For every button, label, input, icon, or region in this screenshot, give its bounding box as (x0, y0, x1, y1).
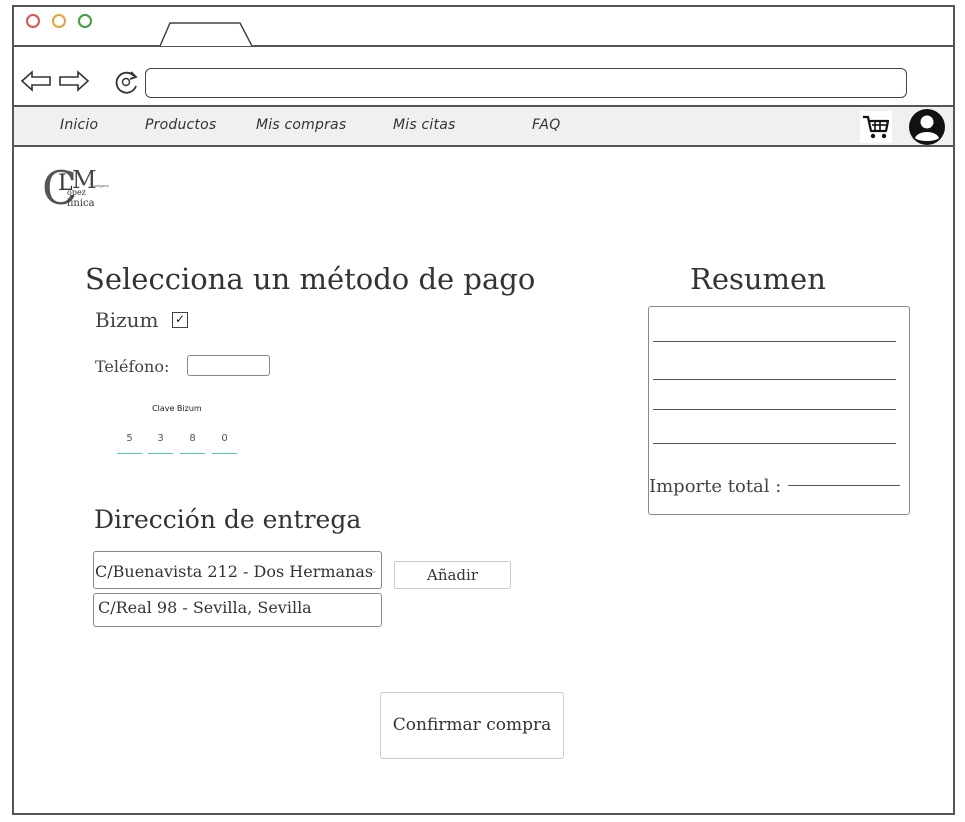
cart-button[interactable] (860, 111, 892, 143)
address-option[interactable]: C/Real 98 - Sevilla, Sevilla (93, 593, 382, 627)
minimize-window-button[interactable] (52, 14, 66, 28)
chevron-down-icon: ⌄ (370, 566, 378, 576)
nav-item-inicio[interactable]: Inicio (60, 117, 98, 133)
close-window-button[interactable] (26, 14, 40, 28)
phone-input[interactable] (187, 355, 270, 376)
summary-line (653, 409, 896, 410)
maximize-window-button[interactable] (78, 14, 92, 28)
pin-digit-input[interactable]: 8 (180, 433, 205, 454)
add-address-button[interactable]: Añadir (394, 561, 511, 589)
total-amount-label: Importe total : (649, 476, 782, 497)
total-amount-value (788, 485, 900, 486)
selected-address: C/Buenavista 212 - Dos Hermanas (95, 562, 374, 581)
pin-digit-input[interactable]: 5 (117, 433, 142, 454)
forward-arrow-icon[interactable] (58, 70, 90, 92)
pin-digit-input[interactable]: 3 (148, 433, 173, 454)
shopping-cart-icon (863, 115, 890, 139)
back-arrow-icon[interactable] (20, 70, 52, 92)
bizum-pin-label: Clave Bizum (152, 404, 202, 413)
url-input[interactable] (145, 68, 907, 98)
payment-method-heading: Selecciona un método de pago (85, 262, 536, 296)
title-bar (12, 5, 955, 47)
browser-tab[interactable] (160, 20, 252, 46)
confirm-purchase-button[interactable]: Confirmar compra (380, 692, 564, 759)
nav-item-mis-citas[interactable]: Mis citas (393, 117, 455, 133)
nav-item-productos[interactable]: Productos (145, 117, 216, 133)
nav-item-mis-compras[interactable]: Mis compras (256, 117, 346, 133)
nav-item-faq[interactable]: FAQ (532, 117, 560, 133)
bizum-checkbox[interactable]: ✓ (172, 312, 188, 328)
summary-line (653, 341, 896, 342)
reload-icon[interactable] (112, 68, 142, 96)
summary-line (653, 443, 896, 444)
pin-digit-input[interactable]: 0 (212, 433, 237, 454)
clinic-logo: C L M opez línica anriquez (42, 161, 109, 215)
address-select[interactable]: C/Buenavista 212 - Dos Hermanas (93, 551, 382, 589)
bizum-label: Bizum (95, 308, 159, 332)
user-profile-icon[interactable] (908, 108, 946, 146)
summary-line (653, 379, 896, 380)
delivery-address-heading: Dirección de entrega (94, 505, 362, 534)
summary-heading: Resumen (690, 262, 826, 296)
phone-label: Teléfono: (95, 357, 170, 376)
